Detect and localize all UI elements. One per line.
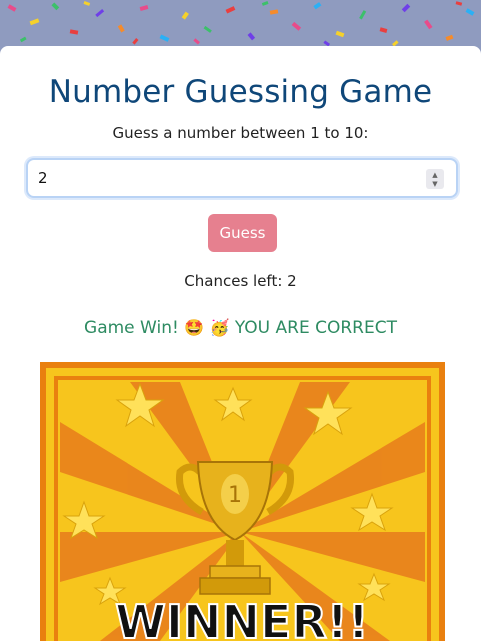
result-prefix: Game Win!	[84, 318, 179, 338]
result-suffix: YOU ARE CORRECT	[234, 318, 397, 338]
chances-left-text: Chances left: 2	[184, 272, 297, 290]
chevron-down-icon[interactable]: ▼	[432, 180, 437, 188]
game-card: Number Guessing Game Guess a number betw…	[0, 46, 481, 641]
number-input-wrapper[interactable]: ▲ ▼	[26, 158, 458, 198]
star-struck-emoji-icon: 🤩	[184, 318, 205, 337]
number-stepper[interactable]: ▲ ▼	[426, 169, 444, 189]
page-title: Number Guessing Game	[48, 74, 433, 110]
chevron-up-icon[interactable]: ▲	[432, 171, 437, 179]
guess-button[interactable]: Guess	[208, 214, 277, 252]
winner-trophy-image: 1 WINNER!!	[40, 362, 445, 641]
number-input[interactable]	[38, 166, 418, 190]
party-face-emoji-icon: 🥳	[209, 318, 230, 337]
confetti-background	[0, 0, 481, 50]
winner-banner-text: WINNER!!	[115, 595, 369, 641]
guess-prompt: Guess a number between 1 to 10:	[112, 124, 369, 142]
trophy-number: 1	[228, 483, 242, 508]
result-message: Game Win! 🤩 🥳 YOU ARE CORRECT	[0, 318, 481, 338]
